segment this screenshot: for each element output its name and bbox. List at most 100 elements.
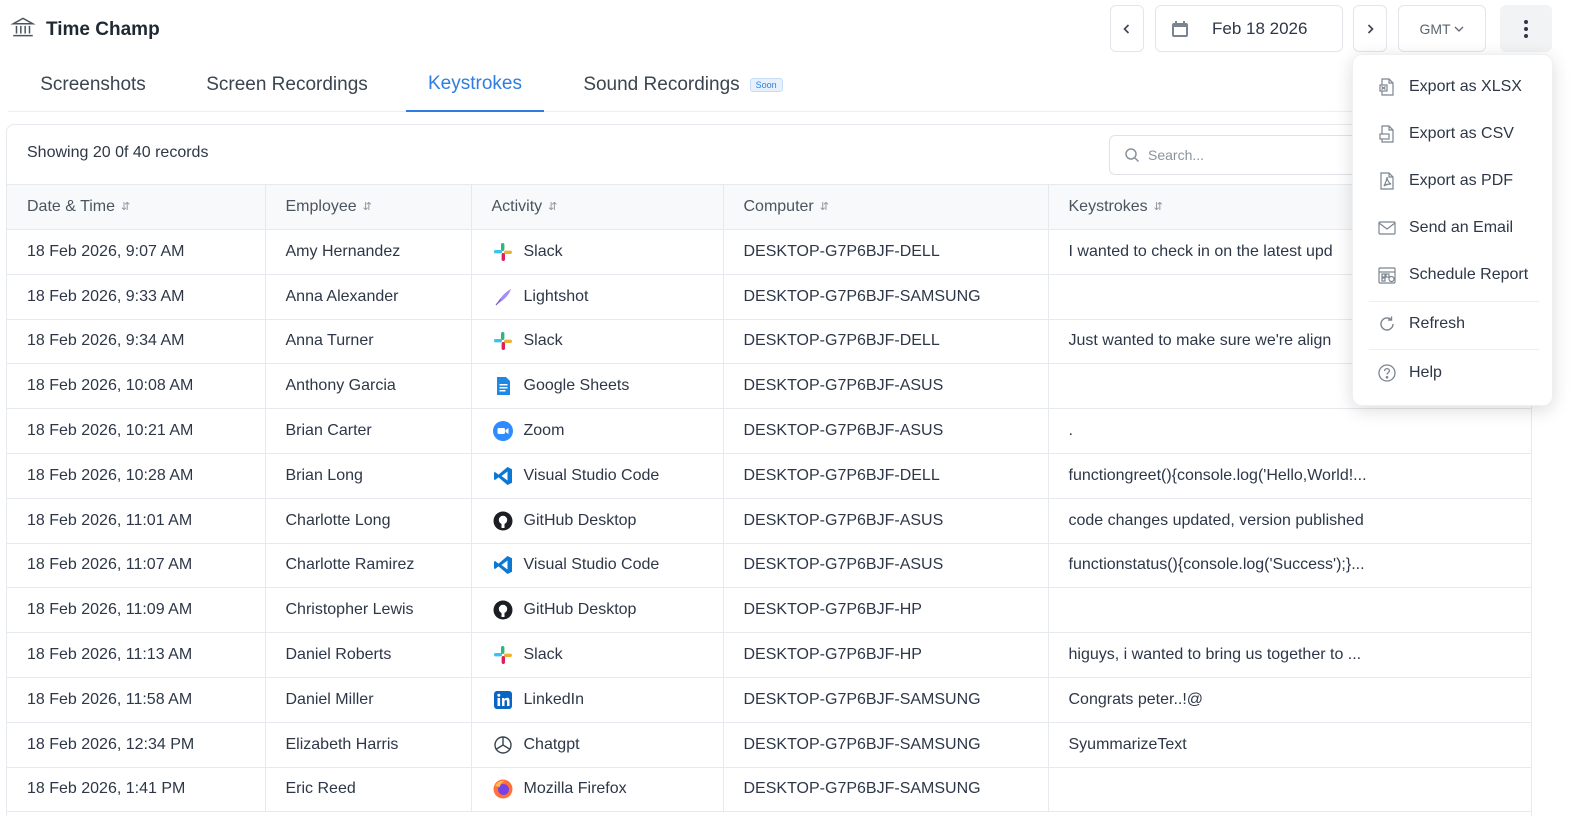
calendar-report-icon <box>1378 267 1396 284</box>
cell-datetime: 18 Feb 2026, 10:08 AM <box>7 363 266 410</box>
cell-activity: Slack <box>471 229 724 275</box>
table-row[interactable]: 18 Feb 2026, 12:34 PM Elizabeth Harris C… <box>7 722 1531 768</box>
cell-computer: DESKTOP-G7P6BJF-DELL <box>723 229 1049 275</box>
brand: Time Champ <box>10 14 160 45</box>
cell-employee: Christopher Lewis <box>265 587 472 634</box>
column-header-datetime[interactable]: Date & Time ⇵ <box>7 184 266 230</box>
activity-name: Slack <box>523 646 563 664</box>
zoom-icon <box>492 421 513 442</box>
table-row[interactable]: 18 Feb 2026, 10:28 AM Brian Long Visual … <box>7 453 1531 499</box>
top-bar: Time Champ Feb 18 2026 GMT <box>0 0 1592 58</box>
chevron-left-icon <box>1123 23 1130 34</box>
cell-activity: Visual Studio Code <box>471 543 724 589</box>
activity-name: Google Sheets <box>523 377 630 395</box>
table-row[interactable]: 18 Feb 2026, 1:41 PM Eric Reed Mozilla F… <box>7 767 1531 813</box>
date-picker[interactable]: Feb 18 2026 <box>1155 5 1343 52</box>
table-row[interactable]: 18 Feb 2026, 10:08 AM Anthony Garcia Goo… <box>7 363 1531 410</box>
help-item[interactable]: Help <box>1377 363 1442 383</box>
menu-item-label: Export as CSV <box>1409 125 1514 142</box>
cell-employee: Brian Long <box>265 453 472 499</box>
cell-activity: LinkedIn <box>471 677 724 723</box>
table-row[interactable]: 18 Feb 2026, 9:34 AM Anna Turner Slack D… <box>7 319 1531 365</box>
table-row[interactable]: 18 Feb 2026, 11:58 AM Daniel Miller Link… <box>7 677 1531 723</box>
cell-employee: Eric Reed <box>265 767 472 813</box>
refresh-item[interactable]: Refresh <box>1377 314 1465 334</box>
column-header-employee[interactable]: Employee ⇵ <box>265 184 472 230</box>
tab-label: Sound Recordings <box>583 74 740 95</box>
github-icon <box>493 511 512 531</box>
chevron-down-icon <box>1454 26 1464 32</box>
table-header-row: Date & Time ⇵ Employee ⇵ Activity ⇵ Compute… <box>7 184 1531 230</box>
cell-employee: Anna Turner <box>265 319 472 365</box>
previous-day-button[interactable] <box>1110 5 1144 52</box>
sort-icon: ⇵ <box>121 201 131 214</box>
column-header-computer[interactable]: Computer ⇵ <box>723 184 1049 230</box>
firefox-icon <box>493 779 512 799</box>
cell-employee: Amy Hernandez <box>265 229 472 275</box>
cell-datetime: 18 Feb 2026, 10:21 AM <box>7 408 266 454</box>
activity-name: Slack <box>523 332 563 350</box>
cell-employee: Charlotte Ramirez <box>265 543 472 589</box>
export-pdf-item[interactable]: Export as PDF <box>1377 171 1513 191</box>
schedule-report-item[interactable]: Schedule Report <box>1377 265 1528 285</box>
more-options-button[interactable] <box>1500 5 1552 52</box>
export-csv-item[interactable]: Export as CSV <box>1377 124 1514 144</box>
table-row[interactable]: 18 Feb 2026, 11:13 AM Daniel Roberts Sla… <box>7 632 1531 678</box>
table-row[interactable]: 18 Feb 2026, 9:07 AM Amy Hernandez Slack… <box>7 229 1531 275</box>
tab-screenshots[interactable]: Screenshots <box>18 58 168 112</box>
column-header-activity[interactable]: Activity ⇵ <box>471 184 724 230</box>
cell-activity: Slack <box>471 632 724 678</box>
cell-computer: DESKTOP-G7P6BJF-SAMSUNG <box>723 722 1049 768</box>
cell-computer: DESKTOP-G7P6BJF-ASUS <box>723 498 1049 544</box>
tab-label: Screenshots <box>40 74 146 95</box>
cell-computer: DESKTOP-G7P6BJF-HP <box>723 632 1049 678</box>
table-row[interactable]: 18 Feb 2026, 11:07 AM Charlotte Ramirez … <box>7 543 1531 589</box>
cell-employee: Daniel Roberts <box>265 632 472 678</box>
calendar-icon <box>1172 20 1188 37</box>
cell-datetime: 18 Feb 2026, 11:09 AM <box>7 587 266 634</box>
cell-datetime: 18 Feb 2026, 11:13 AM <box>7 632 266 678</box>
cell-computer: DESKTOP-G7P6BJF-HP <box>723 587 1049 634</box>
send-email-item[interactable]: Send an Email <box>1377 218 1513 238</box>
export-xlsx-item[interactable]: Export as XLSX <box>1377 77 1522 97</box>
sort-icon: ⇵ <box>819 201 829 214</box>
search-icon <box>1125 148 1140 163</box>
cell-activity: Slack <box>471 319 724 365</box>
table-row[interactable]: 18 Feb 2026, 11:09 AM Christopher Lewis … <box>7 587 1531 634</box>
tab-screen-recordings[interactable]: Screen Recordings <box>186 58 388 112</box>
chevron-right-icon <box>1367 23 1374 34</box>
activity-name: Visual Studio Code <box>523 556 660 574</box>
tab-sound-recordings[interactable]: Sound Recordings Soon <box>568 58 798 112</box>
cell-activity: Google Sheets <box>471 363 724 410</box>
cell-datetime: 18 Feb 2026, 1:41 PM <box>7 767 266 813</box>
activity-name: LinkedIn <box>523 690 585 708</box>
table-row[interactable]: 18 Feb 2026, 9:33 AM Anna Alexander Ligh… <box>7 274 1531 320</box>
chatgpt-icon <box>493 735 512 754</box>
table-row[interactable]: 18 Feb 2026, 10:21 AM Brian Carter Zoom … <box>7 408 1531 454</box>
next-day-button[interactable] <box>1353 5 1387 52</box>
menu-item-label: Export as PDF <box>1409 172 1514 189</box>
xlsx-file-icon <box>1379 78 1394 96</box>
cell-employee: Anna Alexander <box>265 274 472 320</box>
refresh-icon <box>1380 316 1394 331</box>
table-row[interactable]: 18 Feb 2026, 11:01 AM Charlotte Long Git… <box>7 498 1531 544</box>
keystrokes-table: Date & Time ⇵ Employee ⇵ Activity ⇵ Compute… <box>7 184 1531 813</box>
activity-name: Zoom <box>523 422 565 440</box>
soon-badge: Soon <box>749 78 783 92</box>
search-input[interactable] <box>1148 147 1368 163</box>
column-label: Employee <box>285 198 357 215</box>
tab-bar: Screenshots Screen Recordings Keystrokes… <box>8 58 1532 112</box>
tab-keystrokes[interactable]: Keystrokes <box>406 58 544 112</box>
cell-activity: Chatgpt <box>471 722 724 768</box>
mail-icon <box>1378 221 1396 235</box>
records-count: Showing 20 0f 40 records <box>27 144 209 161</box>
options-menu: Export as XLSX Export as CSV Export as P… <box>1352 54 1553 406</box>
column-label: Activity <box>491 198 543 215</box>
timezone-dropdown[interactable]: GMT <box>1398 5 1486 52</box>
cell-datetime: 18 Feb 2026, 10:28 AM <box>7 453 266 499</box>
vscode-icon <box>493 466 512 485</box>
cell-keystrokes: functiongreet(){console.log('Hello,World… <box>1048 453 1531 499</box>
cell-activity: Mozilla Firefox <box>471 767 724 813</box>
cell-computer: DESKTOP-G7P6BJF-ASUS <box>723 543 1049 589</box>
kebab-icon <box>1524 19 1528 38</box>
